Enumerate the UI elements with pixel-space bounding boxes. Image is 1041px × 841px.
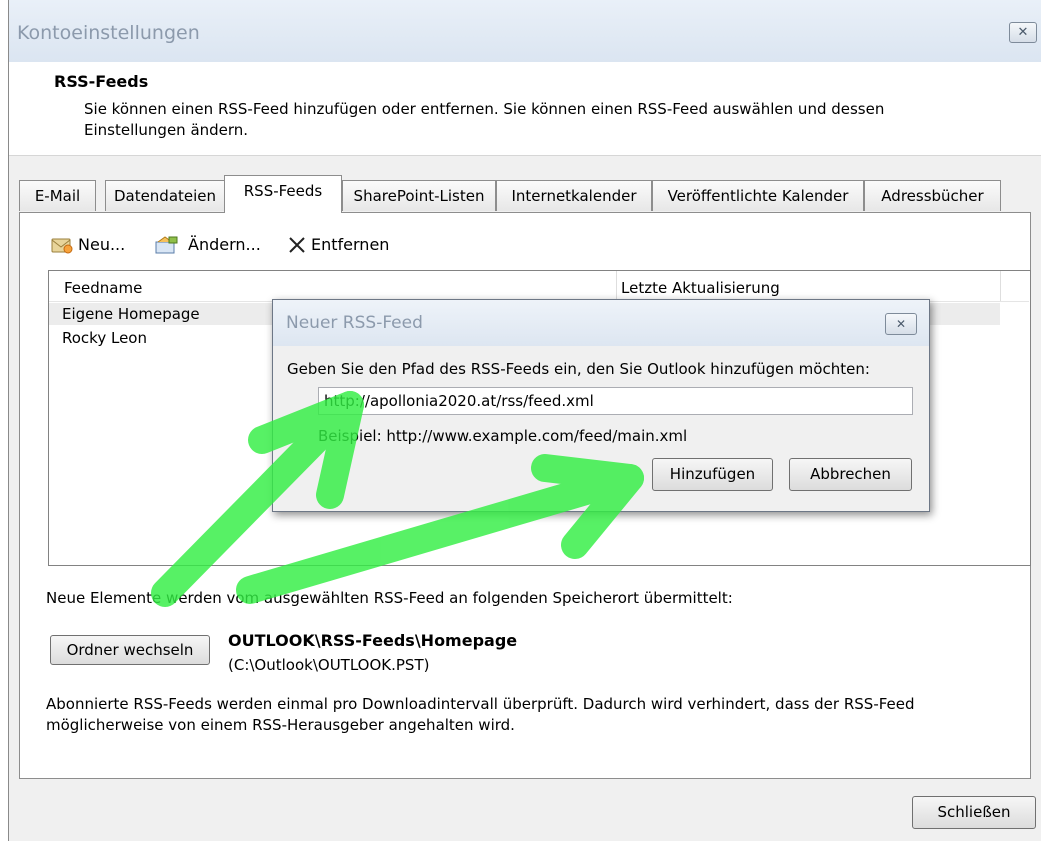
page-title: RSS-Feeds (54, 72, 149, 91)
new-rss-feed-dialog: Neuer RSS-Feed ✕ Geben Sie den Pfad des … (272, 299, 930, 512)
table-row[interactable]: Rocky Leon (62, 329, 147, 347)
tab-rss-feeds[interactable]: RSS-Feeds (224, 175, 342, 213)
folder-path: OUTLOOK\RSS-Feeds\Homepage (228, 631, 518, 650)
page-description: Sie können einen RSS-Feed hinzufügen ode… (84, 100, 885, 139)
title-bar: Kontoeinstellungen ✕ (9, 0, 1041, 62)
dialog-title-bar: Neuer RSS-Feed ✕ (273, 300, 929, 346)
column-separator (616, 271, 617, 301)
cancel-button[interactable]: Abbrechen (789, 458, 912, 491)
info-text: Abonnierte RSS-Feeds werden einmal pro D… (46, 695, 915, 734)
window-title: Kontoeinstellungen (17, 22, 200, 44)
file-path: (C:\Outlook\OUTLOOK.PST) (228, 656, 430, 674)
tab-data-files[interactable]: Datendateien (105, 180, 225, 211)
tab-sharepoint-lists[interactable]: SharePoint-Listen (342, 180, 496, 211)
edit-feed-label: Ändern... (188, 235, 261, 254)
new-feed-label: Neu... (78, 235, 126, 254)
dialog-title: Neuer RSS-Feed (286, 313, 423, 333)
edit-feed-button[interactable]: Ändern... (155, 233, 275, 257)
dialog-example: Beispiel: http://www.example.com/feed/ma… (318, 427, 688, 445)
page-header: RSS-Feeds Sie können einen RSS-Feed hinz… (9, 62, 1041, 156)
tab-published-calendars[interactable]: Veröffentlichte Kalender (652, 180, 864, 211)
dialog-close-button[interactable]: ✕ (885, 313, 917, 335)
change-folder-button[interactable]: Ordner wechseln (50, 635, 210, 665)
column-separator (1000, 271, 1001, 301)
column-header-feedname[interactable]: Feedname (64, 279, 142, 297)
delivery-text: Neue Elemente werden vom ausgewählten RS… (46, 589, 733, 607)
tab-address-books[interactable]: Adressbücher (864, 180, 1001, 211)
window-close-button[interactable]: ✕ (1009, 22, 1037, 43)
new-feed-icon (51, 238, 73, 254)
tab-internet-calendars[interactable]: Internetkalender (496, 180, 652, 211)
x-icon (289, 237, 305, 253)
tab-email[interactable]: E-Mail (19, 180, 96, 211)
feed-url-input[interactable] (318, 387, 913, 415)
remove-feed-label: Entfernen (311, 235, 390, 254)
new-feed-button[interactable]: Neu... (50, 233, 150, 257)
dialog-prompt: Geben Sie den Pfad des RSS-Feeds ein, de… (287, 360, 870, 378)
feed-list-header: Feedname Letzte Aktualisierung (49, 271, 1029, 302)
table-row[interactable]: Eigene Homepage (62, 305, 200, 323)
column-header-last-update[interactable]: Letzte Aktualisierung (621, 279, 780, 297)
edit-icon (155, 236, 178, 254)
close-button[interactable]: Schließen (912, 796, 1036, 829)
remove-feed-button[interactable]: Entfernen (287, 233, 402, 257)
add-button[interactable]: Hinzufügen (652, 458, 773, 491)
